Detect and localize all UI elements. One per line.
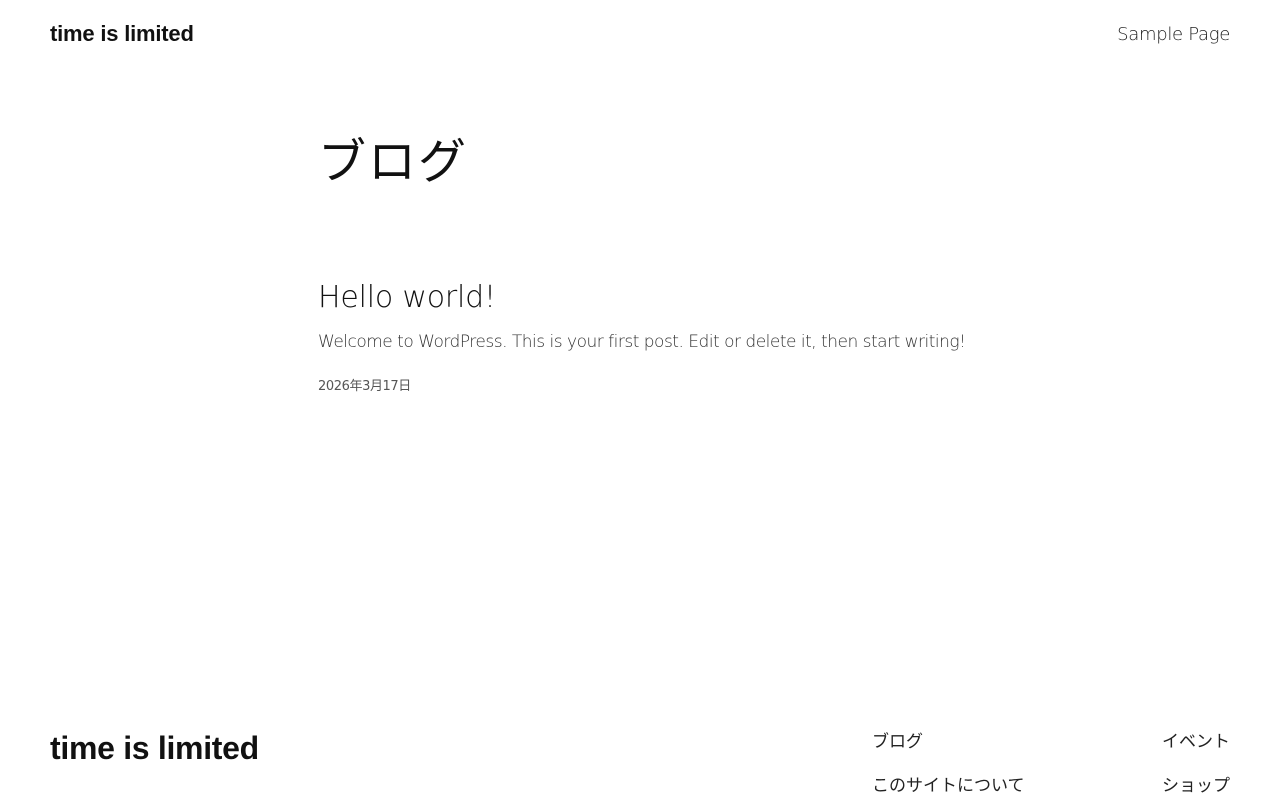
post-date-link[interactable]: 2026年3月17日 xyxy=(318,378,1018,396)
page: time is limited Sample Page ブログ Hello wo… xyxy=(0,0,1280,800)
site-header: time is limited Sample Page xyxy=(0,0,1280,70)
site-title-link[interactable]: time is limited xyxy=(50,20,194,48)
post-item: Hello world! Welcome to WordPress. This … xyxy=(318,278,1018,396)
main-content: ブログ Hello world! Welcome to WordPress. T… xyxy=(318,130,1018,394)
post-title-link[interactable]: Hello world! xyxy=(318,278,1018,318)
footer-link-shop[interactable]: ショップ xyxy=(1162,774,1230,798)
footer-link-events[interactable]: イベント xyxy=(1162,730,1230,754)
post-excerpt: Welcome to WordPress. This is your first… xyxy=(318,332,966,352)
site-footer: time is limited ブログ イベント このサイトについて ショップ xyxy=(0,720,1280,800)
footer-site-title-link[interactable]: time is limited xyxy=(50,728,259,768)
footer-link-blog[interactable]: ブログ xyxy=(872,730,923,754)
footer-link-about[interactable]: このサイトについて xyxy=(872,774,1025,798)
nav-link-sample-page[interactable]: Sample Page xyxy=(1117,24,1230,45)
page-title: ブログ xyxy=(318,134,469,190)
header-nav: Sample Page xyxy=(1117,23,1230,47)
